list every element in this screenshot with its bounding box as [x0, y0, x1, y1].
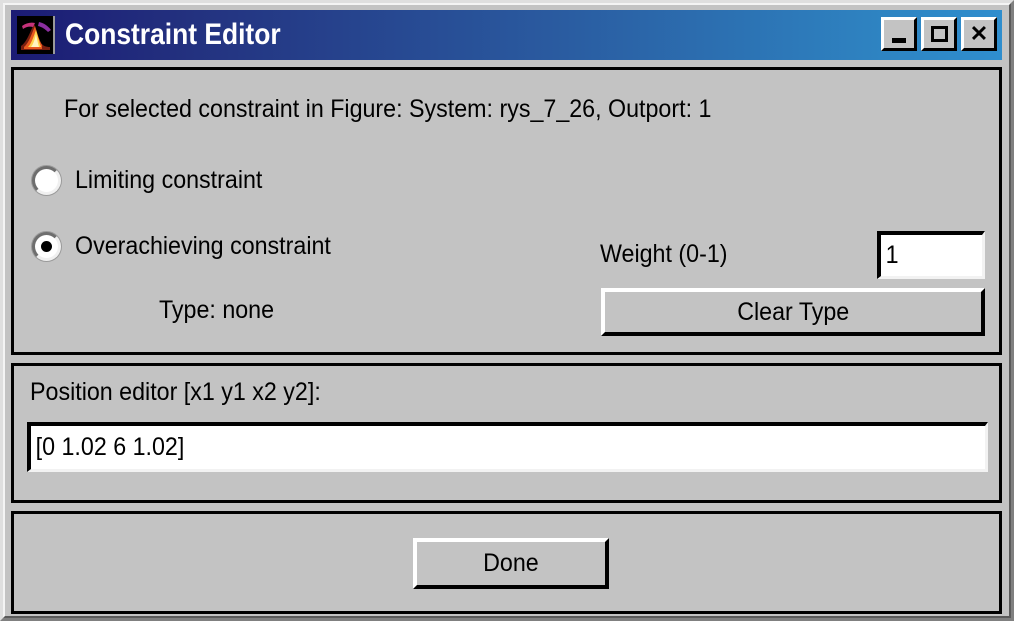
action-panel: Done	[11, 511, 1002, 614]
minimize-button[interactable]	[881, 17, 917, 51]
window-inner-frame: Constraint Editor ✕ For selected constra…	[3, 3, 1011, 618]
window-controls: ✕	[881, 17, 997, 51]
position-editor-panel: Position editor [x1 y1 x2 y2]: [0 1.02 6…	[11, 363, 1002, 503]
close-icon: ✕	[969, 21, 989, 46]
radio-overachieving-constraint[interactable]: Overachieving constraint	[32, 232, 350, 261]
radio-overachieving-constraint-label: Overachieving constraint	[75, 232, 331, 260]
radio-limiting-constraint-label: Limiting constraint	[75, 166, 263, 194]
position-editor-input-value: [0 1.02 6 1.02]	[35, 433, 185, 461]
window-title: Constraint Editor	[65, 18, 281, 51]
title-bar[interactable]: Constraint Editor ✕	[11, 10, 1002, 60]
selected-constraint-header: For selected constraint in Figure: Syste…	[64, 95, 712, 123]
done-button[interactable]: Done	[413, 538, 609, 589]
done-button-label: Done	[483, 549, 539, 577]
constraint-panel: For selected constraint in Figure: Syste…	[11, 67, 1002, 355]
radio-checked-icon	[32, 232, 61, 261]
weight-label: Weight (0-1)	[599, 240, 728, 268]
radio-unchecked-icon	[32, 166, 61, 195]
weight-input-value: 1	[885, 241, 899, 269]
close-button[interactable]: ✕	[961, 17, 997, 51]
client-area: For selected constraint in Figure: Syste…	[11, 67, 1002, 614]
weight-input[interactable]: 1	[877, 231, 985, 279]
maximize-icon	[924, 20, 954, 48]
matlab-membrane-icon	[17, 16, 55, 54]
clear-type-button[interactable]: Clear Type	[601, 288, 985, 336]
clear-type-button-label: Clear Type	[736, 297, 850, 326]
position-editor-input[interactable]: [0 1.02 6 1.02]	[27, 422, 988, 472]
constraint-type-label: Type: none	[159, 296, 275, 324]
position-editor-label: Position editor [x1 y1 x2 y2]:	[30, 378, 321, 406]
maximize-button[interactable]	[921, 17, 957, 51]
radio-limiting-constraint[interactable]: Limiting constraint	[32, 166, 276, 195]
minimize-icon	[884, 20, 914, 48]
constraint-editor-window: Constraint Editor ✕ For selected constra…	[0, 0, 1014, 621]
